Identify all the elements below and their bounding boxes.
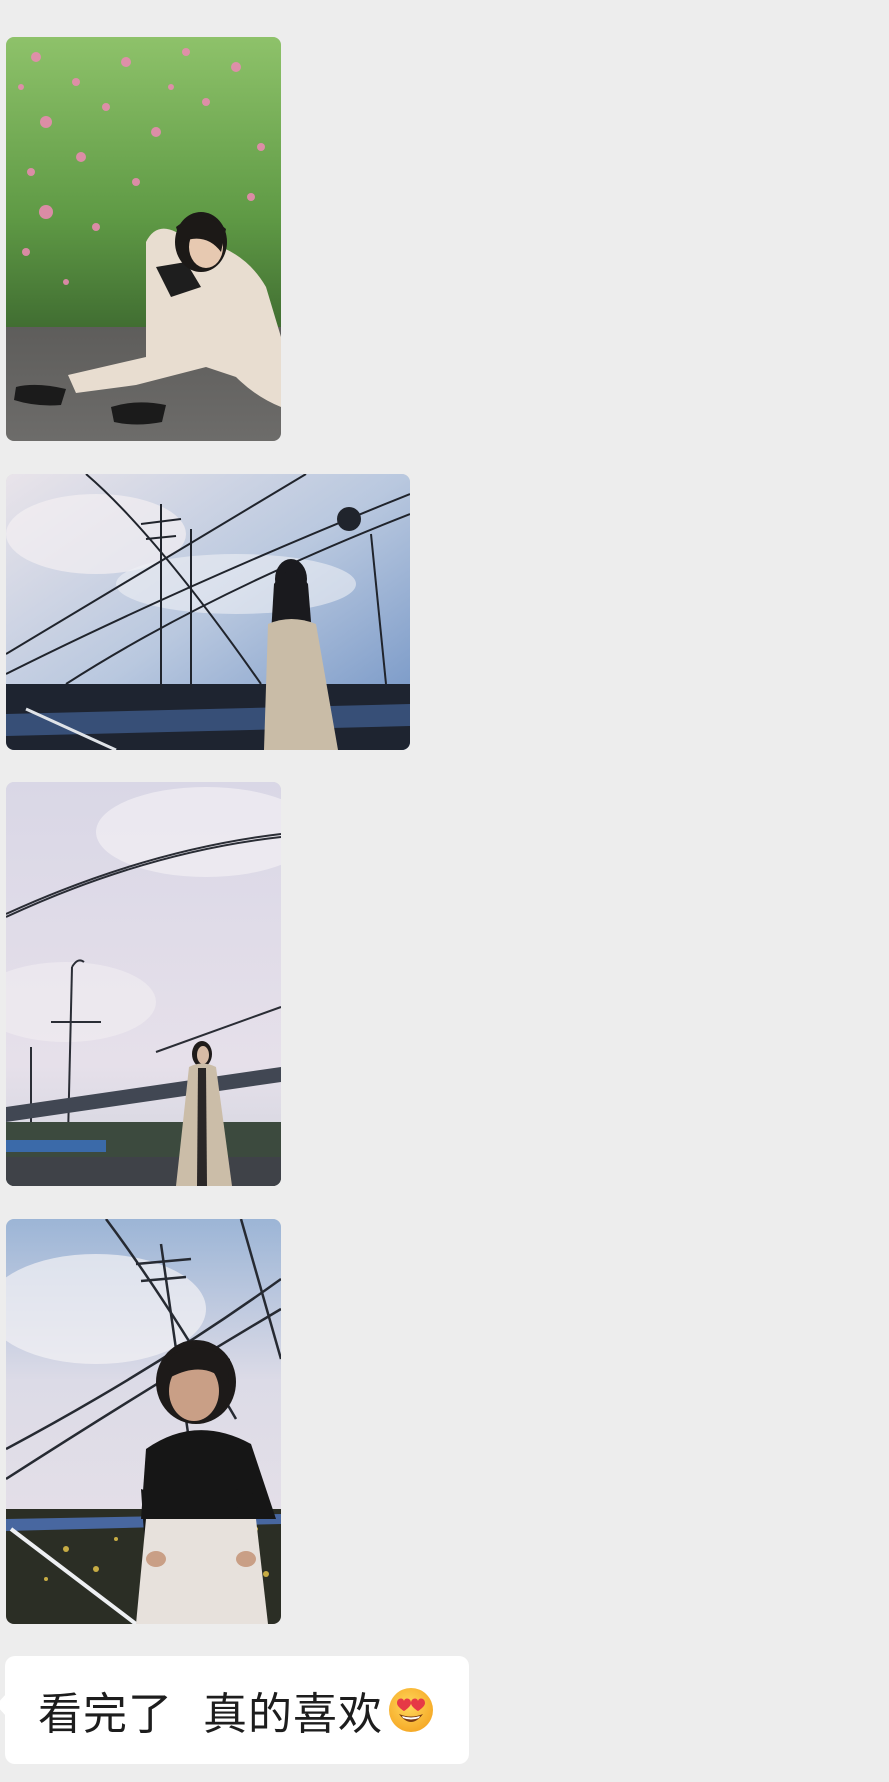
photo-power-lines-silhouette bbox=[6, 474, 410, 750]
chat-image-message[interactable] bbox=[6, 1219, 281, 1624]
photo-woman-sitting-flowers bbox=[6, 37, 281, 441]
heart-eyes-emoji-icon bbox=[387, 1686, 435, 1734]
chat-image-message[interactable] bbox=[6, 474, 410, 750]
chat-image-message[interactable] bbox=[6, 37, 281, 441]
chat-image-message[interactable] bbox=[6, 782, 281, 1186]
chat-text-bubble[interactable]: 看完了 真的喜欢 bbox=[0, 1656, 469, 1764]
message-text: 看完了 真的喜欢 bbox=[38, 1689, 383, 1740]
bubble-tail bbox=[0, 1694, 6, 1716]
photo-woman-standing-street-light bbox=[6, 782, 281, 1186]
photo-woman-smiling-poles bbox=[6, 1219, 281, 1624]
